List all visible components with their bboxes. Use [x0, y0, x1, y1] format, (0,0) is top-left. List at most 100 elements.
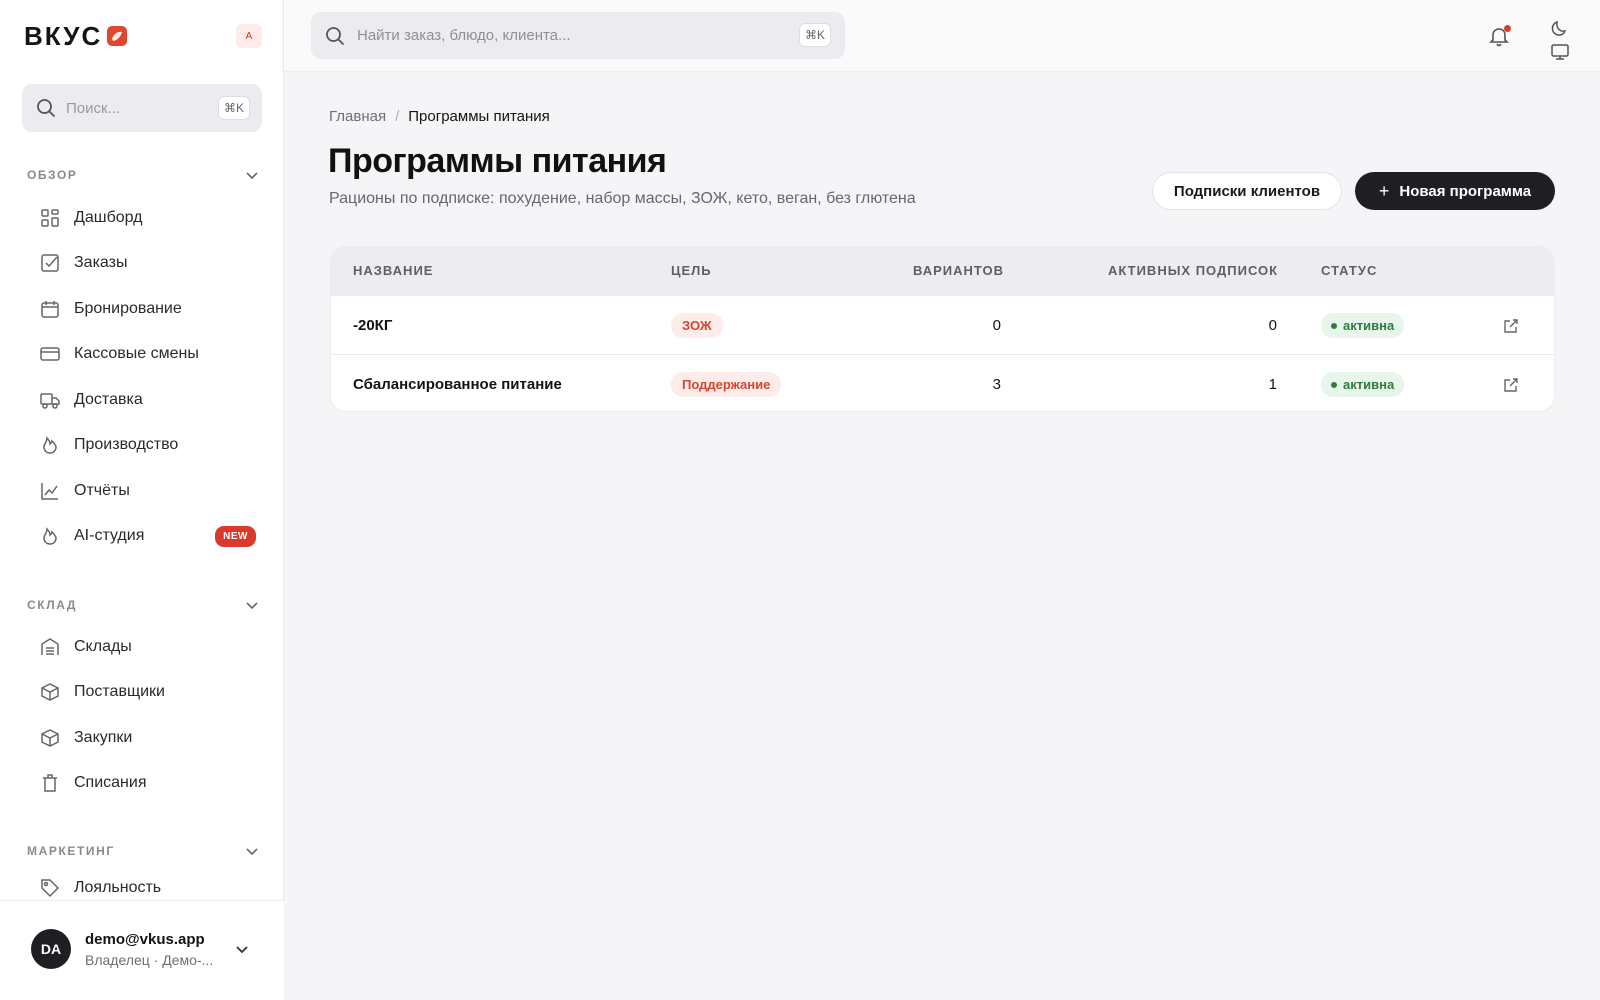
global-search-input[interactable]: Найти заказ, блюдо, клиента... ⌘K: [311, 12, 845, 59]
sidebar-item-purchases[interactable]: Закупки: [38, 720, 258, 756]
goal-chip: Поддержание: [671, 372, 782, 397]
chart-icon: [38, 479, 62, 503]
active-subscriptions-count: 0: [1268, 317, 1277, 334]
table-row[interactable]: -20КГ ЗОЖ 0 0 активна: [331, 295, 1554, 354]
column-header-active-subscriptions[interactable]: АКТИВНЫХ ПОДПИСОК: [1108, 263, 1278, 278]
table-row[interactable]: Сбалансированное питание Поддержание 3 1…: [331, 354, 1554, 411]
status-badge: активна: [1321, 372, 1405, 397]
variants-count: 3: [992, 376, 1001, 393]
global-search-placeholder: Найти заказ, блюдо, клиента...: [357, 27, 571, 44]
breadcrumb-home-link[interactable]: Главная: [329, 108, 386, 125]
section-marketing[interactable]: МАРКЕТИНГ: [27, 841, 259, 861]
sidebar-item-booking[interactable]: Бронирование: [38, 291, 258, 327]
brand-name: ВКУС: [24, 20, 103, 51]
trash-icon: [38, 771, 62, 795]
section-title: ОБЗОР: [27, 168, 78, 182]
sidebar: ВКУС A Поиск... ⌘K ОБЗОР Дашборд Заказы: [0, 0, 284, 1000]
button-label: Новая программа: [1399, 182, 1532, 200]
sidebar-item-production[interactable]: Производство: [38, 427, 258, 463]
brand-logo[interactable]: ВКУС: [24, 20, 262, 52]
sidebar-item-label: Отчёты: [74, 482, 130, 499]
button-label: Подписки клиентов: [1173, 182, 1321, 200]
search-icon: [326, 26, 344, 45]
sidebar-item-label: Кассовые смены: [74, 345, 199, 362]
flame-icon: [38, 524, 62, 548]
chevron-down-icon: [246, 602, 258, 610]
section-overview[interactable]: ОБЗОР: [27, 165, 259, 185]
program-name[interactable]: Сбалансированное питание: [353, 355, 562, 411]
search-icon: [37, 99, 55, 117]
new-program-button[interactable]: + Новая программа: [1355, 172, 1555, 210]
chevron-down-icon[interactable]: [232, 939, 252, 959]
sidebar-item-label: Доставка: [74, 391, 143, 408]
shortcut-hint: ⌘K: [798, 23, 831, 47]
tag-icon: [38, 876, 62, 900]
sidebar-item-label: Производство: [74, 436, 179, 453]
user-menu[interactable]: DA demo@vkus.app Владелец · Демо-...: [0, 900, 284, 1000]
breadcrumb-current: Программы питания: [408, 108, 550, 125]
sidebar-item-delivery[interactable]: Доставка: [38, 382, 258, 418]
sidebar-item-label: Бронирование: [74, 300, 182, 317]
checkbox-icon: [38, 251, 62, 275]
column-header-name[interactable]: НАЗВАНИЕ: [353, 263, 433, 278]
section-title: СКЛАД: [27, 598, 78, 612]
sidebar-item-warehouses[interactable]: Склады: [38, 629, 258, 665]
goal-chip: ЗОЖ: [671, 313, 723, 338]
page-title: Программы питания: [328, 142, 667, 180]
flame-icon: [38, 433, 62, 457]
sidebar-item-label: Заказы: [74, 254, 128, 271]
table-header: НАЗВАНИЕ ЦЕЛЬ ВАРИАНТОВ АКТИВНЫХ ПОДПИСО…: [331, 247, 1554, 295]
column-header-status[interactable]: СТАТУС: [1321, 263, 1377, 278]
sidebar-item-write-offs[interactable]: Списания: [38, 765, 258, 801]
sidebar-search[interactable]: Поиск... ⌘K: [22, 84, 262, 132]
programs-table: НАЗВАНИЕ ЦЕЛЬ ВАРИАНТОВ АКТИВНЫХ ПОДПИСО…: [330, 246, 1555, 412]
dashboard-icon: [38, 206, 62, 230]
sidebar-item-label: Поставщики: [74, 683, 165, 700]
status-label: активна: [1343, 377, 1395, 392]
sidebar-item-suppliers[interactable]: Поставщики: [38, 674, 258, 710]
sidebar-item-cash-shifts[interactable]: Кассовые смены: [38, 336, 258, 372]
sidebar-item-orders[interactable]: Заказы: [38, 245, 258, 281]
page-subtitle: Рационы по подписке: похудение, набор ма…: [329, 190, 916, 207]
chevron-down-icon: [246, 848, 258, 856]
breadcrumb: Главная / Программы питания: [329, 108, 550, 125]
notification-dot: [1504, 25, 1511, 32]
client-subscriptions-button[interactable]: Подписки клиентов: [1152, 172, 1342, 210]
external-link-icon[interactable]: [1502, 317, 1520, 335]
active-subscriptions-count: 1: [1268, 376, 1277, 393]
sidebar-item-label: Лояльность: [74, 879, 162, 896]
program-name[interactable]: -20КГ: [353, 296, 392, 355]
sidebar-item-label: AI-студия: [74, 527, 145, 544]
variants-count: 0: [992, 317, 1001, 334]
sidebar-item-ai-studio[interactable]: AI-студия NEW: [38, 518, 258, 554]
status-label: активна: [1343, 318, 1395, 333]
plus-icon: +: [1378, 180, 1390, 201]
new-badge: NEW: [215, 525, 256, 547]
credit-card-icon: [38, 342, 62, 366]
shortcut-hint: ⌘K: [217, 96, 250, 120]
moon-icon[interactable]: [1550, 18, 1570, 38]
sidebar-item-label: Склады: [74, 638, 132, 655]
section-warehouse[interactable]: СКЛАД: [27, 595, 259, 615]
user-email: demo@vkus.app: [85, 931, 205, 948]
external-link-icon[interactable]: [1502, 376, 1520, 394]
sidebar-item-dashboard[interactable]: Дашборд: [38, 200, 258, 236]
calendar-icon: [38, 297, 62, 321]
sidebar-item-label: Дашборд: [74, 209, 143, 226]
sidebar-item-label: Закупки: [74, 729, 133, 746]
column-header-goal[interactable]: ЦЕЛЬ: [671, 263, 712, 278]
sidebar-item-reports[interactable]: Отчёты: [38, 473, 258, 509]
user-role: Владелец · Демо-...: [85, 952, 214, 968]
column-header-variants[interactable]: ВАРИАНТОВ: [913, 263, 1004, 278]
sidebar-item-label: Списания: [74, 774, 147, 791]
monitor-icon[interactable]: [1550, 42, 1570, 62]
workspace-badge[interactable]: A: [236, 24, 262, 48]
warehouse-icon: [38, 635, 62, 659]
chevron-down-icon: [246, 172, 258, 180]
box-icon: [38, 680, 62, 704]
sidebar-item-loyalty[interactable]: Лояльность: [38, 875, 258, 901]
avatar: DA: [31, 929, 71, 969]
breadcrumb-separator: /: [395, 108, 400, 125]
box-icon: [38, 726, 62, 750]
status-badge: активна: [1321, 313, 1405, 338]
